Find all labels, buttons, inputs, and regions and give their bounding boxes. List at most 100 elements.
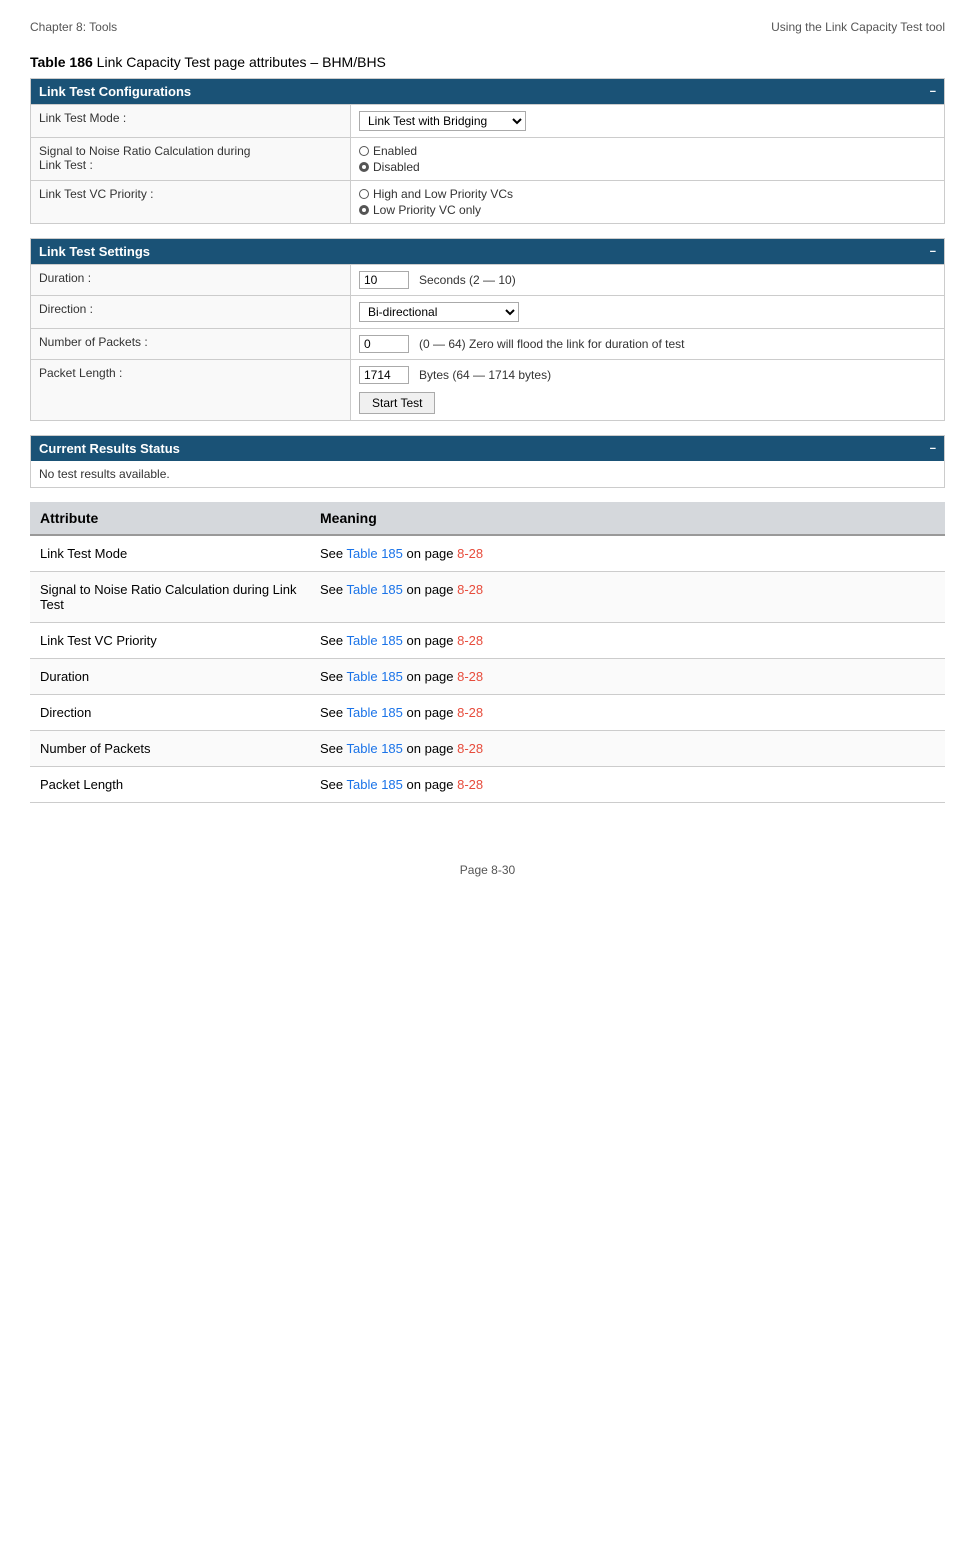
configurations-minimize-icon[interactable]: − <box>930 86 936 98</box>
duration-row: Duration : Seconds (2 — 10) <box>31 264 944 295</box>
table-row: Signal to Noise Ratio Calculation during… <box>30 572 945 623</box>
table-number: Table 186 <box>30 54 93 70</box>
duration-input[interactable] <box>359 271 409 289</box>
attribute-cell: Duration <box>30 659 310 695</box>
snr-disabled-option[interactable]: Disabled <box>359 160 936 174</box>
table-reference-link[interactable]: Table 185 <box>347 777 403 792</box>
table-reference-link[interactable]: Table 185 <box>347 669 403 684</box>
results-title: Current Results Status <box>39 441 180 456</box>
meaning-mid: on page <box>403 705 457 720</box>
page-header: Chapter 8: Tools Using the Link Capacity… <box>30 20 945 34</box>
configurations-title: Link Test Configurations <box>39 84 191 99</box>
link-test-mode-row: Link Test Mode : Link Test with Bridging… <box>31 104 944 137</box>
meaning-mid: on page <box>403 633 457 648</box>
settings-minimize-icon[interactable]: − <box>930 246 936 258</box>
table-row: Duration See Table 185 on page 8-28 <box>30 659 945 695</box>
page-reference-link[interactable]: 8-28 <box>457 777 483 792</box>
start-test-button[interactable]: Start Test <box>359 392 435 414</box>
direction-select[interactable]: Bi-directional Transmit only Receive onl… <box>359 302 519 322</box>
meaning-prefix: See <box>320 777 347 792</box>
vc-high-low-option[interactable]: High and Low Priority VCs <box>359 187 936 201</box>
vc-high-low-label: High and Low Priority VCs <box>373 187 513 201</box>
attribute-cell: Direction <box>30 695 310 731</box>
section-label: Using the Link Capacity Test tool <box>771 20 945 34</box>
link-test-mode-select[interactable]: Link Test with Bridging Link Test withou… <box>359 111 526 131</box>
attribute-table: Attribute Meaning Link Test ModeSee Tabl… <box>30 502 945 803</box>
duration-value-row: Seconds (2 — 10) <box>359 271 936 289</box>
packet-length-input[interactable] <box>359 366 409 384</box>
meaning-cell: See Table 185 on page 8-28 <box>310 535 945 572</box>
chapter-label: Chapter 8: Tools <box>30 20 117 34</box>
meaning-prefix: See <box>320 669 347 684</box>
direction-value: Bi-directional Transmit only Receive onl… <box>351 296 944 328</box>
attribute-cell: Link Test Mode <box>30 535 310 572</box>
settings-header: Link Test Settings − <box>31 239 944 264</box>
meaning-col-header: Meaning <box>310 502 945 535</box>
snr-enabled-radio[interactable] <box>359 146 369 156</box>
snr-disabled-radio[interactable] <box>359 162 369 172</box>
page-reference-link[interactable]: 8-28 <box>457 741 483 756</box>
snr-radio-group: Enabled Disabled <box>359 144 936 174</box>
table-title: Link Capacity Test page attributes – BHM… <box>93 54 386 70</box>
link-test-settings-section: Link Test Settings − Duration : Seconds … <box>30 238 945 421</box>
configurations-header: Link Test Configurations − <box>31 79 944 104</box>
table-reference-link[interactable]: Table 185 <box>347 546 403 561</box>
current-results-section: Current Results Status − No test results… <box>30 435 945 488</box>
attr-col-header: Attribute <box>30 502 310 535</box>
table-row: Packet LengthSee Table 185 on page 8-28 <box>30 767 945 803</box>
meaning-cell: See Table 185 on page 8-28 <box>310 572 945 623</box>
page-reference-link[interactable]: 8-28 <box>457 669 483 684</box>
page-reference-link[interactable]: 8-28 <box>457 705 483 720</box>
page-footer: Page 8-30 <box>30 863 945 877</box>
attribute-cell: Number of Packets <box>30 731 310 767</box>
meaning-prefix: See <box>320 705 347 720</box>
vc-low-only-option[interactable]: Low Priority VC only <box>359 203 936 217</box>
table-row: DirectionSee Table 185 on page 8-28 <box>30 695 945 731</box>
table-row: Link Test VC PrioritySee Table 185 on pa… <box>30 623 945 659</box>
table-reference-link[interactable]: Table 185 <box>347 633 403 648</box>
direction-row: Direction : Bi-directional Transmit only… <box>31 295 944 328</box>
page-reference-link[interactable]: 8-28 <box>457 582 483 597</box>
vc-priority-value: High and Low Priority VCs Low Priority V… <box>351 181 944 223</box>
table-reference-link[interactable]: Table 185 <box>347 741 403 756</box>
attr-table-header-row: Attribute Meaning <box>30 502 945 535</box>
meaning-prefix: See <box>320 546 347 561</box>
packet-length-hint: Bytes (64 — 1714 bytes) <box>419 368 551 382</box>
table-row: Number of PacketsSee Table 185 on page 8… <box>30 731 945 767</box>
meaning-mid: on page <box>403 582 457 597</box>
meaning-mid: on page <box>403 777 457 792</box>
link-test-mode-label: Link Test Mode : <box>31 105 351 137</box>
direction-label: Direction : <box>31 296 351 328</box>
num-packets-label: Number of Packets : <box>31 329 351 359</box>
link-test-configurations-section: Link Test Configurations − Link Test Mod… <box>30 78 945 224</box>
snr-disabled-label: Disabled <box>373 160 420 174</box>
meaning-cell: See Table 185 on page 8-28 <box>310 695 945 731</box>
vc-high-low-radio[interactable] <box>359 189 369 199</box>
settings-title: Link Test Settings <box>39 244 150 259</box>
vc-priority-label: Link Test VC Priority : <box>31 181 351 223</box>
snr-enabled-option[interactable]: Enabled <box>359 144 936 158</box>
table-caption: Table 186 Link Capacity Test page attrib… <box>30 54 945 70</box>
attribute-cell: Link Test VC Priority <box>30 623 310 659</box>
meaning-mid: on page <box>403 669 457 684</box>
page-reference-link[interactable]: 8-28 <box>457 546 483 561</box>
meaning-cell: See Table 185 on page 8-28 <box>310 731 945 767</box>
num-packets-row: Number of Packets : (0 — 64) Zero will f… <box>31 328 944 359</box>
vc-low-only-label: Low Priority VC only <box>373 203 481 217</box>
num-packets-input[interactable] <box>359 335 409 353</box>
vc-low-only-radio[interactable] <box>359 205 369 215</box>
page-reference-link[interactable]: 8-28 <box>457 633 483 648</box>
results-minimize-icon[interactable]: − <box>930 443 936 455</box>
table-reference-link[interactable]: Table 185 <box>347 582 403 597</box>
snr-label: Signal to Noise Ratio Calculation during… <box>31 138 351 180</box>
results-header: Current Results Status − <box>31 436 944 461</box>
num-packets-value: (0 — 64) Zero will flood the link for du… <box>351 329 944 359</box>
duration-label: Duration : <box>31 265 351 295</box>
duration-value: Seconds (2 — 10) <box>351 265 944 295</box>
vc-priority-row: Link Test VC Priority : High and Low Pri… <box>31 180 944 223</box>
no-results-text: No test results available. <box>31 461 944 487</box>
packet-length-label: Packet Length : <box>31 360 351 420</box>
attribute-cell: Signal to Noise Ratio Calculation during… <box>30 572 310 623</box>
table-reference-link[interactable]: Table 185 <box>347 705 403 720</box>
num-packets-value-row: (0 — 64) Zero will flood the link for du… <box>359 335 936 353</box>
